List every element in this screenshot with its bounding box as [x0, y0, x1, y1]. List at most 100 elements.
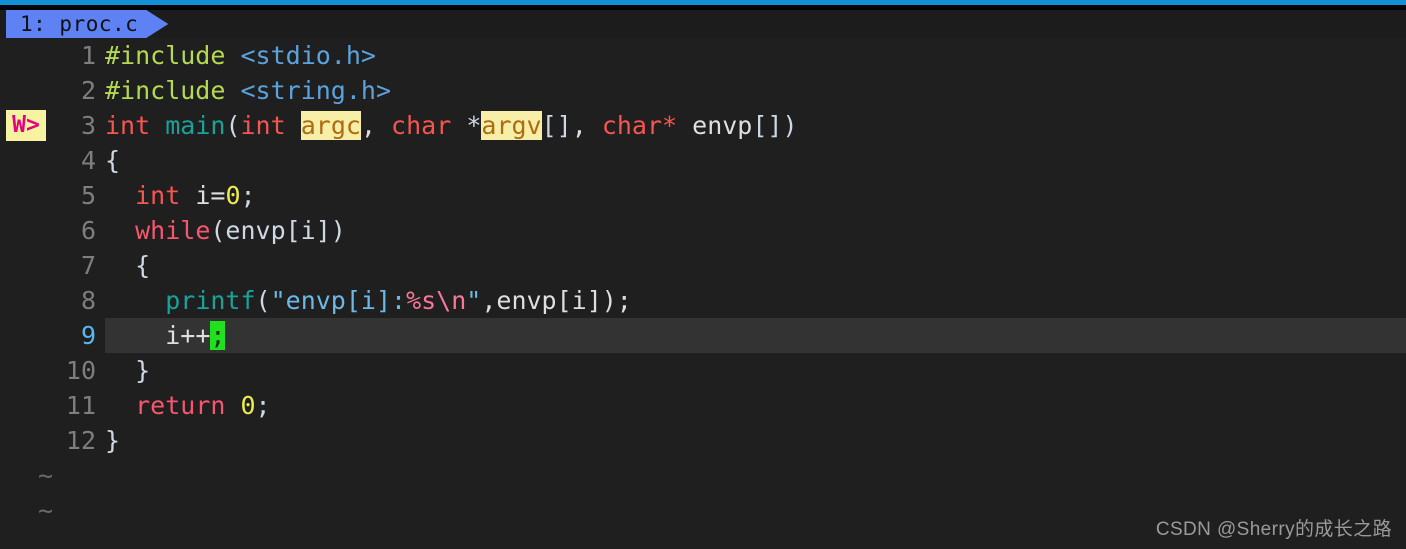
token-comma: ,	[571, 111, 602, 140]
token-paren: (	[225, 111, 241, 140]
line-content: }	[105, 353, 150, 388]
token-assign: i=	[195, 181, 226, 210]
code-line-9-current[interactable]: 9 i++;	[0, 318, 1406, 353]
token-number: 0	[240, 391, 256, 420]
token-type: int	[240, 111, 286, 140]
line-content: int i=0;	[105, 178, 256, 213]
token-semicolon: ;	[255, 391, 271, 420]
token-string-end: "	[466, 286, 482, 315]
token-brackets: []	[752, 111, 783, 140]
code-line-6[interactable]: 6 while(envp[i])	[0, 213, 1406, 248]
token-brace: {	[135, 251, 151, 280]
token-brace: }	[105, 426, 121, 455]
line-number: 4	[80, 146, 96, 175]
line-number: 3	[80, 111, 96, 140]
code-line-12[interactable]: 12 }	[0, 423, 1406, 458]
editor-window: 1: proc.c 1 #include <stdio.h> 2 #includ…	[0, 0, 1406, 549]
token-function-main: main	[165, 111, 226, 140]
code-area[interactable]: 1 #include <stdio.h> 2 #include <string.…	[0, 38, 1406, 549]
code-line-8[interactable]: 8 printf("envp[i]:%s\n",envp[i]);	[0, 283, 1406, 318]
watermark: CSDN @Sherry的成长之路	[1155, 519, 1392, 540]
token-identifier-envp: envp	[692, 111, 753, 140]
tilde-icon: ~	[38, 461, 54, 490]
token-type: int	[135, 181, 181, 210]
line-number: 2	[80, 76, 96, 105]
line-content: #include <stdio.h>	[105, 38, 376, 73]
tab-proc-c[interactable]: 1: proc.c	[6, 10, 168, 38]
line-content: i++;	[105, 318, 226, 353]
code-line-1[interactable]: 1 #include <stdio.h>	[0, 38, 1406, 73]
line-number: 7	[80, 251, 96, 280]
line-number: 12	[65, 426, 96, 455]
token-preproc: #include	[105, 41, 226, 70]
token-string: "envp[i]:	[270, 286, 407, 315]
empty-line-marker-row: ~	[0, 458, 1406, 493]
line-number: 6	[80, 216, 96, 245]
tab-bar	[0, 10, 1406, 38]
token-args: ,envp[i]);	[481, 286, 632, 315]
token-keyword-while: while	[135, 216, 211, 245]
token-type: int	[105, 111, 151, 140]
line-content: return 0;	[105, 388, 271, 423]
token-brace: {	[105, 146, 121, 175]
line-number: 10	[65, 356, 96, 385]
line-content: #include <string.h>	[105, 73, 391, 108]
token-condition: (envp[i])	[210, 216, 346, 245]
token-increment: i++	[165, 321, 211, 350]
line-number: 11	[65, 391, 96, 420]
token-format-spec: %s	[406, 286, 437, 315]
code-line-3[interactable]: W> 3 int main(int argc, char *argv[], ch…	[0, 108, 1406, 143]
token-header: <stdio.h>	[240, 41, 376, 70]
token-highlight-argc: argc	[300, 111, 361, 140]
line-number: 5	[80, 181, 96, 210]
token-brace: }	[135, 356, 151, 385]
line-content: while(envp[i])	[105, 213, 346, 248]
token-paren: (	[255, 286, 271, 315]
code-line-5[interactable]: 5 int i=0;	[0, 178, 1406, 213]
token-escape-newline: \n	[436, 286, 467, 315]
code-line-7[interactable]: 7 {	[0, 248, 1406, 283]
line-number: 8	[80, 286, 96, 315]
token-brackets: []	[541, 111, 572, 140]
line-content: {	[105, 248, 150, 283]
text-cursor[interactable]: ;	[210, 321, 226, 350]
line-number-current: 9	[80, 321, 96, 350]
token-highlight-argv: argv	[481, 111, 542, 140]
tilde-icon: ~	[38, 496, 54, 525]
line-content: printf("envp[i]:%s\n",envp[i]);	[105, 283, 632, 318]
token-number: 0	[225, 181, 241, 210]
current-line-highlight	[105, 318, 1406, 353]
token-star: *	[466, 111, 482, 140]
token-type: char*	[601, 111, 678, 140]
token-header: <string.h>	[240, 76, 391, 105]
token-type: char	[391, 111, 452, 140]
code-line-10[interactable]: 10 }	[0, 353, 1406, 388]
token-preproc: #include	[105, 76, 226, 105]
line-content: {	[105, 143, 120, 178]
token-keyword-return: return	[135, 391, 226, 420]
code-line-2[interactable]: 2 #include <string.h>	[0, 73, 1406, 108]
code-line-4[interactable]: 4 {	[0, 143, 1406, 178]
token-semicolon: ;	[240, 181, 256, 210]
code-line-11[interactable]: 11 return 0;	[0, 388, 1406, 423]
line-content: }	[105, 423, 120, 458]
token-comma: ,	[360, 111, 392, 140]
token-paren: )	[782, 111, 798, 140]
line-number: 1	[80, 41, 96, 70]
token-function-printf: printf	[165, 286, 256, 315]
